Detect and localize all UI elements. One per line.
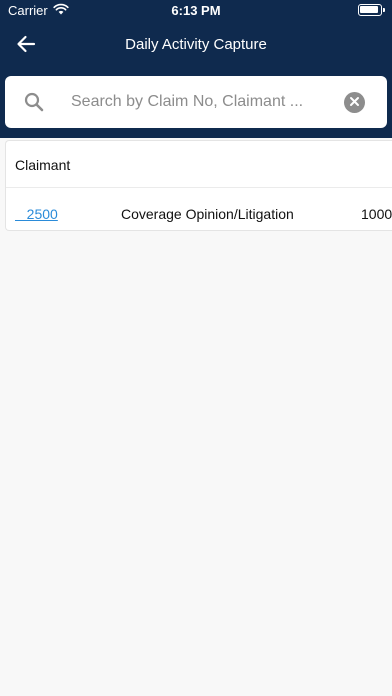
activity-type-cell: Coverage Opinion/Litigation [121,206,294,222]
claims-table: Claimant 2500 Coverage Opinion/Litigatio… [5,140,392,231]
column-header-claimant: Claimant [15,157,71,173]
status-time: 6:13 PM [171,3,221,18]
nav-bar: Daily Activity Capture [0,26,392,66]
clear-icon [349,94,360,112]
table-header: Claimant [6,141,392,188]
claim-number-link[interactable]: 2500 [15,206,58,222]
app-screen: Carrier 6:13 PM Daily Activity Capture S… [0,0,392,696]
amount-cell: 1000 [361,206,392,222]
search-input[interactable] [71,87,313,117]
header: Carrier 6:13 PM Daily Activity Capture S… [0,0,392,138]
battery-icon [358,4,385,16]
status-bar: Carrier 6:13 PM [0,0,392,22]
search-bar [5,76,387,128]
search-icon [23,91,45,113]
page-title: Daily Activity Capture [125,36,267,53]
table-row[interactable]: 2500 Coverage Opinion/Litigation 1000 [6,189,392,230]
clear-search-button[interactable] [344,92,365,113]
